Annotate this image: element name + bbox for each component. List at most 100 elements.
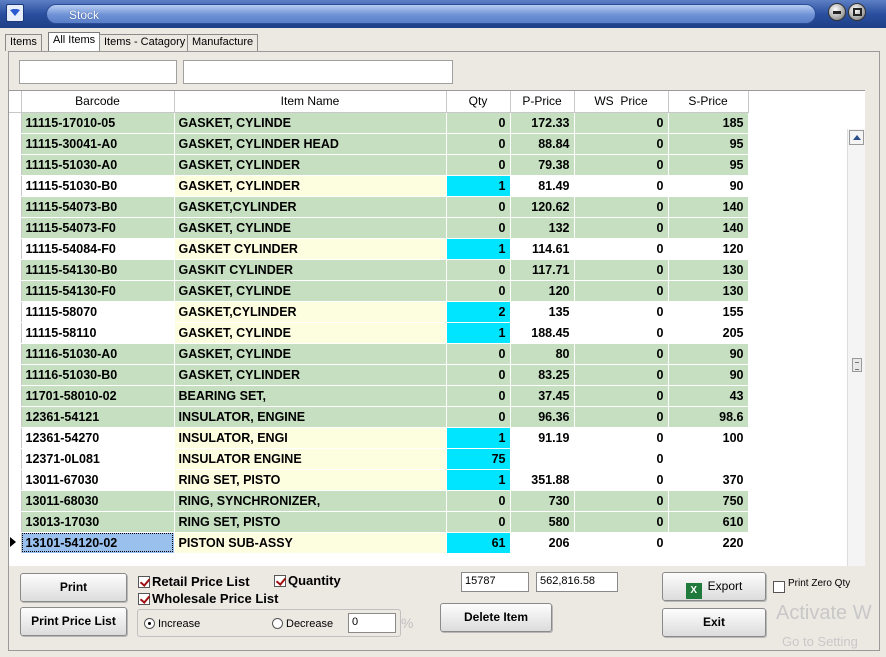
- s-price-cell[interactable]: 90: [668, 175, 749, 197]
- qty-cell[interactable]: 0: [446, 196, 511, 218]
- qty-cell[interactable]: 1: [446, 175, 511, 197]
- qty-cell[interactable]: 0: [446, 364, 511, 386]
- barcode-cell[interactable]: 11115-51030-B0: [21, 175, 175, 197]
- s-price-cell[interactable]: [668, 448, 749, 470]
- item-name-cell[interactable]: INSULATOR, ENGINE: [174, 406, 447, 428]
- table-row[interactable]: 11115-54073-B0 GASKET,CYLINDER 0 120.62 0 140: [9, 196, 749, 218]
- item-name-cell[interactable]: GASKET, CYLINDE: [174, 112, 447, 134]
- table-row[interactable]: 11115-58110 GASKET, CYLINDE 1 188.45 0 205: [9, 322, 749, 344]
- p-price-cell[interactable]: 172.33: [510, 112, 575, 134]
- maximize-button[interactable]: [848, 3, 866, 21]
- s-price-cell[interactable]: 185: [668, 112, 749, 134]
- item-name-cell[interactable]: GASKET, CYLINDER: [174, 154, 447, 176]
- qty-cell[interactable]: 0: [446, 406, 511, 428]
- barcode-cell[interactable]: 11115-54130-F0: [21, 280, 175, 302]
- ws-price-cell[interactable]: 0: [574, 133, 669, 155]
- barcode-cell[interactable]: 11115-54084-F0: [21, 238, 175, 260]
- s-price-cell[interactable]: 130: [668, 280, 749, 302]
- decrease-radio[interactable]: Decrease: [272, 618, 333, 630]
- item-name-cell[interactable]: GASKET,CYLINDER: [174, 301, 447, 323]
- item-name-cell[interactable]: GASKET, CYLINDER: [174, 175, 447, 197]
- item-name-cell[interactable]: INSULATOR ENGINE: [174, 448, 447, 470]
- item-name-cell[interactable]: RING SET, PISTO: [174, 469, 447, 491]
- export-button[interactable]: X Export: [662, 572, 766, 601]
- column-header-p-price[interactable]: P-Price: [510, 91, 575, 113]
- increase-radio[interactable]: Increase: [144, 618, 200, 630]
- title-bar[interactable]: Stock: [0, 0, 886, 28]
- p-price-cell[interactable]: 117.71: [510, 259, 575, 281]
- exit-button[interactable]: Exit: [662, 608, 766, 637]
- s-price-cell[interactable]: 750: [668, 490, 749, 512]
- qty-cell[interactable]: 0: [446, 511, 511, 533]
- print-price-list-button[interactable]: Print Price List: [20, 607, 127, 636]
- ws-price-cell[interactable]: 0: [574, 385, 669, 407]
- tab-items-category[interactable]: Items - Catagory: [99, 34, 191, 51]
- p-price-cell[interactable]: 120: [510, 280, 575, 302]
- s-price-cell[interactable]: 43: [668, 385, 749, 407]
- item-name-cell[interactable]: PISTON SUB-ASSY: [174, 532, 447, 554]
- item-name-cell[interactable]: INSULATOR, ENGI: [174, 427, 447, 449]
- column-header-barcode[interactable]: Barcode: [21, 91, 175, 113]
- item-name-cell[interactable]: GASKET, CYLINDER HEAD: [174, 133, 447, 155]
- ws-price-cell[interactable]: 0: [574, 238, 669, 260]
- s-price-cell[interactable]: 140: [668, 217, 749, 239]
- table-row[interactable]: 11115-30041-A0 GASKET, CYLINDER HEAD 0 88.8…: [9, 133, 749, 155]
- s-price-cell[interactable]: 140: [668, 196, 749, 218]
- table-row[interactable]: 13011-67030 RING SET, PISTO 1 351.88 0 370: [9, 469, 749, 491]
- ws-price-cell[interactable]: 0: [574, 322, 669, 344]
- barcode-cell[interactable]: 11115-51030-A0: [21, 154, 175, 176]
- ws-price-cell[interactable]: 0: [574, 196, 669, 218]
- minimize-button[interactable]: [828, 3, 846, 21]
- ws-price-cell[interactable]: 0: [574, 112, 669, 134]
- table-row[interactable]: 11116-51030-A0 GASKET, CYLINDE 0 80 0 90: [9, 343, 749, 365]
- table-row[interactable]: 11115-54084-F0 GASKET CYLINDER 1 114.61 0 120: [9, 238, 749, 260]
- barcode-cell[interactable]: 12361-54121: [21, 406, 175, 428]
- s-price-cell[interactable]: 120: [668, 238, 749, 260]
- barcode-cell[interactable]: 11701-58010-02: [21, 385, 175, 407]
- p-price-cell[interactable]: 206: [510, 532, 575, 554]
- vertical-scrollbar[interactable]: [847, 129, 865, 566]
- qty-cell[interactable]: 1: [446, 469, 511, 491]
- table-row[interactable]: 11115-54130-F0 GASKET, CYLINDE 0 120 0 130: [9, 280, 749, 302]
- ws-price-cell[interactable]: 0: [574, 469, 669, 491]
- name-filter-input[interactable]: [183, 60, 453, 84]
- barcode-cell[interactable]: 12371-0L081: [21, 448, 175, 470]
- item-name-cell[interactable]: GASKET, CYLINDE: [174, 343, 447, 365]
- print-zero-qty-checkbox[interactable]: [773, 581, 785, 593]
- table-row[interactable]: 11115-54073-F0 GASKET, CYLINDE 0 132 0 140: [9, 217, 749, 239]
- barcode-cell[interactable]: 11116-51030-B0: [21, 364, 175, 386]
- ws-price-cell[interactable]: 0: [574, 448, 669, 470]
- s-price-cell[interactable]: 155: [668, 301, 749, 323]
- p-price-cell[interactable]: 83.25: [510, 364, 575, 386]
- wholesale-price-list-checkbox[interactable]: Wholesale Price List: [138, 591, 278, 606]
- barcode-cell[interactable]: 13011-68030: [21, 490, 175, 512]
- table-row[interactable]: 13013-17030 RING SET, PISTO 0 580 0 610: [9, 511, 749, 533]
- s-price-cell[interactable]: 205: [668, 322, 749, 344]
- s-price-cell[interactable]: 220: [668, 532, 749, 554]
- tab-all-items[interactable]: All Items: [48, 32, 101, 51]
- p-price-cell[interactable]: 580: [510, 511, 575, 533]
- item-name-cell[interactable]: GASKET, CYLINDE: [174, 217, 447, 239]
- table-row[interactable]: 11115-58070 GASKET,CYLINDER 2 135 0 155: [9, 301, 749, 323]
- s-price-cell[interactable]: 370: [668, 469, 749, 491]
- p-price-cell[interactable]: 81.49: [510, 175, 575, 197]
- s-price-cell[interactable]: 95: [668, 154, 749, 176]
- barcode-cell[interactable]: 11115-54073-B0: [21, 196, 175, 218]
- barcode-cell[interactable]: 12361-54270: [21, 427, 175, 449]
- s-price-cell[interactable]: 90: [668, 343, 749, 365]
- ws-price-cell[interactable]: 0: [574, 301, 669, 323]
- table-row[interactable]: 11116-51030-B0 GASKET, CYLINDER 0 83.25 0 90: [9, 364, 749, 386]
- qty-cell[interactable]: 1: [446, 427, 511, 449]
- item-name-cell[interactable]: GASKET, CYLINDER: [174, 364, 447, 386]
- s-price-cell[interactable]: 90: [668, 364, 749, 386]
- column-header-s-price[interactable]: S-Price: [668, 91, 749, 113]
- table-row[interactable]: 13101-54120-02 PISTON SUB-ASSY 61 206 0 220: [9, 532, 749, 554]
- ws-price-cell[interactable]: 0: [574, 406, 669, 428]
- ws-price-cell[interactable]: 0: [574, 511, 669, 533]
- barcode-cell[interactable]: 13011-67030: [21, 469, 175, 491]
- p-price-cell[interactable]: 730: [510, 490, 575, 512]
- table-row[interactable]: 11701-58010-02 BEARING SET, 0 37.45 0 43: [9, 385, 749, 407]
- s-price-cell[interactable]: 100: [668, 427, 749, 449]
- barcode-cell[interactable]: 11115-54130-B0: [21, 259, 175, 281]
- column-header-ws-price[interactable]: WS Price: [574, 91, 669, 113]
